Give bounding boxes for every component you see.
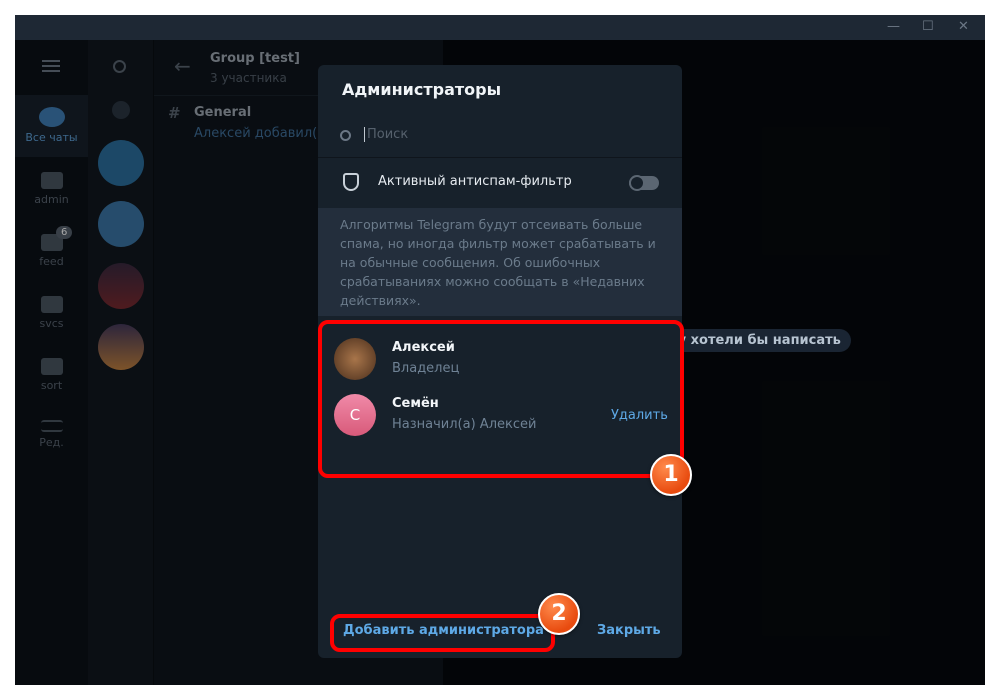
antispam-label: Активный антиспам-фильтр bbox=[378, 174, 572, 189]
antispam-note: Алгоритмы Telegram будут отсеивать больш… bbox=[318, 208, 682, 316]
minimize-button[interactable]: — bbox=[887, 19, 900, 34]
callout-badge-1: 1 bbox=[650, 454, 692, 496]
maximize-button[interactable]: ☐ bbox=[922, 19, 934, 34]
antispam-toggle[interactable] bbox=[629, 175, 659, 191]
antispam-row[interactable]: Активный антиспам-фильтр bbox=[318, 158, 682, 208]
dialog-title: Администраторы bbox=[342, 80, 502, 99]
close-window-button[interactable]: ✕ bbox=[958, 19, 969, 34]
callout-box-1 bbox=[318, 320, 684, 478]
chat-hint: му хотели бы написать bbox=[655, 329, 851, 352]
search-field[interactable]: Поиск bbox=[318, 117, 682, 158]
callout-box-2 bbox=[330, 614, 555, 652]
search-input[interactable]: Поиск bbox=[364, 127, 408, 142]
callout-badge-2: 2 bbox=[538, 593, 580, 635]
shield-icon bbox=[343, 173, 359, 191]
close-dialog-button[interactable]: Закрыть bbox=[597, 623, 661, 638]
title-bar: — ☐ ✕ bbox=[15, 15, 985, 40]
search-icon bbox=[340, 130, 351, 141]
